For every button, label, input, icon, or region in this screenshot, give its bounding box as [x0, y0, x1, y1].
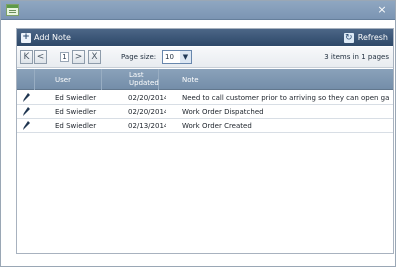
notes-grid: User Last Updated Note Ed Swiedler 02/20…: [17, 69, 393, 253]
pencil-icon[interactable]: [23, 107, 30, 116]
pencil-icon[interactable]: [23, 93, 30, 102]
edit-cell[interactable]: [17, 91, 35, 105]
close-icon[interactable]: ×: [376, 2, 388, 17]
edit-cell[interactable]: [17, 119, 35, 133]
table-row[interactable]: Ed Swiedler 02/20/2014 Work Order Dispat…: [17, 105, 393, 119]
table-row[interactable]: Ed Swiedler 02/20/2014 Need to call cust…: [17, 91, 393, 105]
last-updated-cell: 02/13/2014: [128, 122, 166, 130]
page-size-label: Page size:: [121, 53, 157, 61]
table-row[interactable]: Ed Swiedler 02/13/2014 Work Order Create…: [17, 119, 393, 133]
notes-panel: + Add Note ↻ Refresh K < 1 > X Page size…: [16, 28, 394, 254]
refresh-button[interactable]: ↻ Refresh: [343, 31, 388, 44]
add-note-label: Add Note: [34, 33, 71, 42]
last-updated-cell: 02/20/2014: [128, 94, 166, 102]
current-page-number[interactable]: 1: [60, 52, 69, 62]
refresh-label: Refresh: [357, 33, 388, 42]
last-updated-column-header[interactable]: Last Updated: [102, 69, 159, 90]
note-cell: Work Order Created: [182, 122, 252, 130]
previous-page-button[interactable]: <: [34, 50, 47, 64]
refresh-icon: ↻: [343, 32, 354, 43]
dialog-titlebar: ×: [1, 1, 395, 20]
edit-cell[interactable]: [17, 105, 35, 119]
chevron-down-icon: ▼: [180, 51, 191, 63]
note-cell: Work Order Dispatched: [182, 108, 264, 116]
edit-column-header: [17, 69, 35, 90]
first-page-button[interactable]: K: [20, 50, 33, 64]
last-updated-cell: 02/20/2014: [128, 108, 166, 116]
user-cell: Ed Swiedler: [55, 108, 97, 116]
user-column-header[interactable]: User: [35, 69, 102, 90]
add-note-button[interactable]: + Add Note: [21, 31, 71, 44]
user-cell: Ed Swiedler: [55, 94, 97, 102]
note-column-header[interactable]: Note: [159, 69, 393, 90]
user-cell: Ed Swiedler: [55, 122, 97, 130]
note-cell: Need to call customer prior to arriving …: [182, 94, 390, 102]
pager-summary: 3 items in 1 pages: [324, 53, 389, 61]
note-window-icon: [6, 4, 19, 16]
pencil-icon[interactable]: [23, 121, 30, 130]
last-page-button[interactable]: X: [88, 50, 101, 64]
notes-dialog-window: × + Add Note ↻ Refresh K < 1 > X Page si…: [0, 0, 396, 267]
pager-bar: K < 1 > X Page size: 10 ▼ 3 items in 1 p…: [17, 47, 393, 68]
plus-icon: +: [21, 31, 31, 43]
page-size-select[interactable]: 10 ▼: [162, 50, 192, 64]
next-page-button[interactable]: >: [72, 50, 85, 64]
page-size-value: 10: [165, 53, 174, 61]
notes-toolbar: + Add Note ↻ Refresh: [17, 29, 393, 46]
grid-header: User Last Updated Note: [17, 69, 393, 90]
